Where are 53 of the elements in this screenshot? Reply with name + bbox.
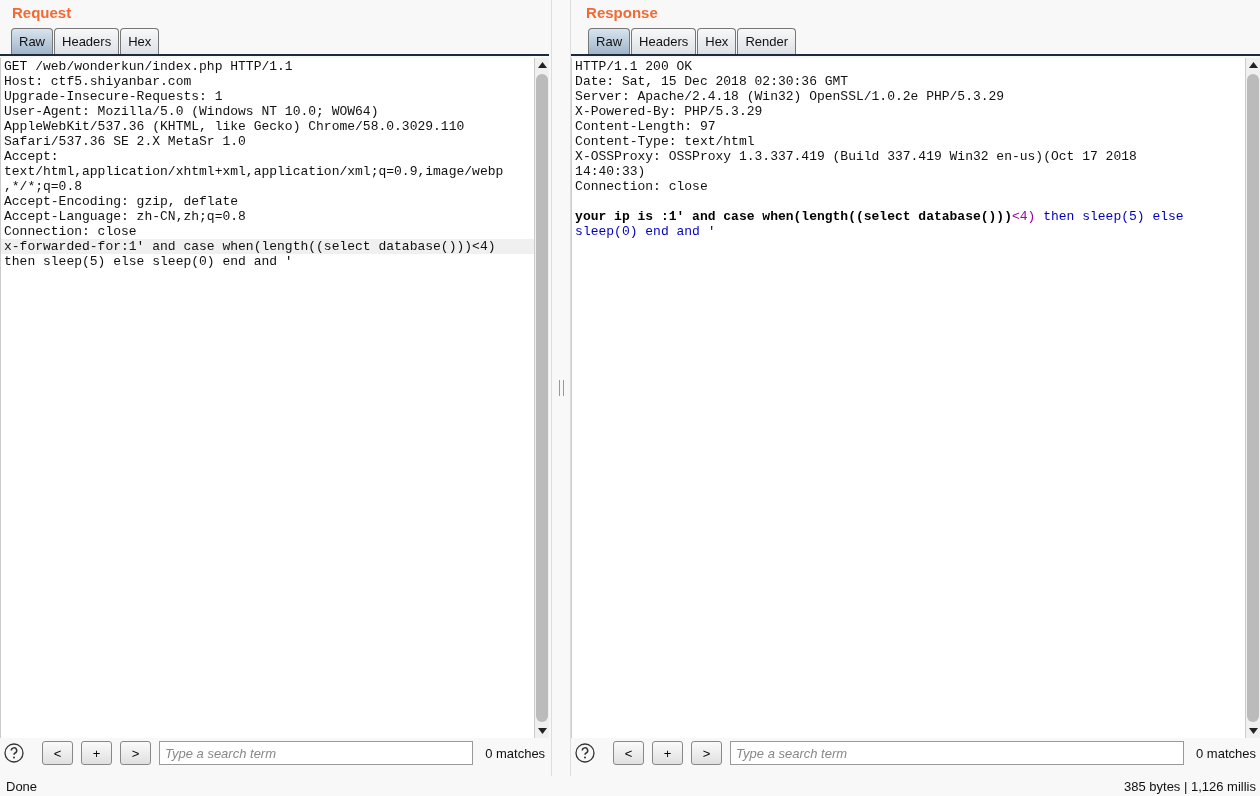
code-line: 14:40:33) xyxy=(574,164,647,179)
search-field[interactable]: Type a search term xyxy=(159,741,474,765)
code-line: Content-Length: 97 xyxy=(574,119,717,134)
code-line: AppleWebKit/537.36 (KHTML, like Gecko) Chrome/58.0.3029.110 xyxy=(3,119,466,134)
status-text: Done xyxy=(6,778,38,794)
tab[interactable]: Headers xyxy=(631,28,697,54)
code-line: Connection: close xyxy=(574,179,709,194)
tab[interactable]: Raw xyxy=(588,28,631,54)
code-line: Accept-Encoding: gzip, deflate xyxy=(3,194,240,209)
code-line: X-OSSProxy: OSSProxy 1.3.337.419 (Build 337.419 Win32 en-us)(Oct 17 2018 xyxy=(574,149,1138,164)
help-icon[interactable] xyxy=(575,743,596,763)
code-line: Host: ctf5.shiyanbar.com xyxy=(3,74,193,89)
code-line: GET /web/wonderkun/index.php HTTP/1.1 xyxy=(3,59,294,74)
match-count: 0 matches xyxy=(1196,745,1256,761)
code-line: text/html,application/xhtml+xml,application/xml;q=0.9,image/webp xyxy=(3,164,505,179)
splitter-handle[interactable] xyxy=(551,0,572,776)
code-line: Accept: xyxy=(3,149,60,164)
pane-title: Response xyxy=(585,3,659,23)
pane-title: Request xyxy=(11,3,73,23)
code-line: HTTP/1.1 200 OK xyxy=(574,59,694,74)
code-line: Accept-Language: zh-CN,zh;q=0.8 xyxy=(3,209,247,224)
code-line: Connection: close xyxy=(3,224,138,239)
match-count: 0 matches xyxy=(485,745,546,761)
search-field[interactable]: Type a search term xyxy=(730,741,1184,765)
scroll-thumb[interactable] xyxy=(1247,74,1259,722)
search-nav-button[interactable]: < xyxy=(613,741,645,765)
code-line: ,*/*;q=0.8 xyxy=(3,179,83,194)
tab[interactable]: Render xyxy=(737,28,796,54)
code-line: User-Agent: Mozilla/5.0 (Windows NT 10.0; WOW64) xyxy=(3,104,380,119)
search-nav-button[interactable]: + xyxy=(652,741,684,765)
code-line: Content-Type: text/html xyxy=(574,134,756,149)
scroll-thumb[interactable] xyxy=(536,74,549,722)
tab[interactable]: Headers xyxy=(54,28,120,54)
tab[interactable]: Raw xyxy=(11,28,53,54)
code-line: Safari/537.36 SE 2.X MetaSr 1.0 xyxy=(3,134,247,149)
search-nav-button[interactable]: < xyxy=(42,741,73,765)
help-icon[interactable] xyxy=(4,743,24,763)
tab[interactable]: Hex xyxy=(120,28,160,54)
scrollbar[interactable] xyxy=(1245,58,1260,738)
code-line: Upgrade-Insecure-Requests: 1 xyxy=(3,89,224,104)
response-stats: 385 bytes | 1,126 millis xyxy=(1124,778,1256,794)
code-line: your ip is :1' and case when(length((select database()))<4) then sleep(5) else xyxy=(574,209,1185,224)
tab[interactable]: Hex xyxy=(697,28,737,54)
code-line: Date: Sat, 15 Dec 2018 02:30:36 GMT xyxy=(574,74,850,89)
code-line: X-Powered-By: PHP/5.3.29 xyxy=(574,104,764,119)
editor-area[interactable] xyxy=(0,58,550,738)
code-line: Server: Apache/2.4.18 (Win32) OpenSSL/1.0.2e PHP/5.3.29 xyxy=(574,89,1006,104)
search-nav-button[interactable]: + xyxy=(81,741,112,765)
code-line: then sleep(5) else sleep(0) end and ' xyxy=(3,254,294,269)
scrollbar[interactable] xyxy=(534,58,550,738)
search-nav-button[interactable]: > xyxy=(120,741,151,765)
code-line: sleep(0) end and ' xyxy=(574,224,717,239)
search-nav-button[interactable]: > xyxy=(691,741,723,765)
